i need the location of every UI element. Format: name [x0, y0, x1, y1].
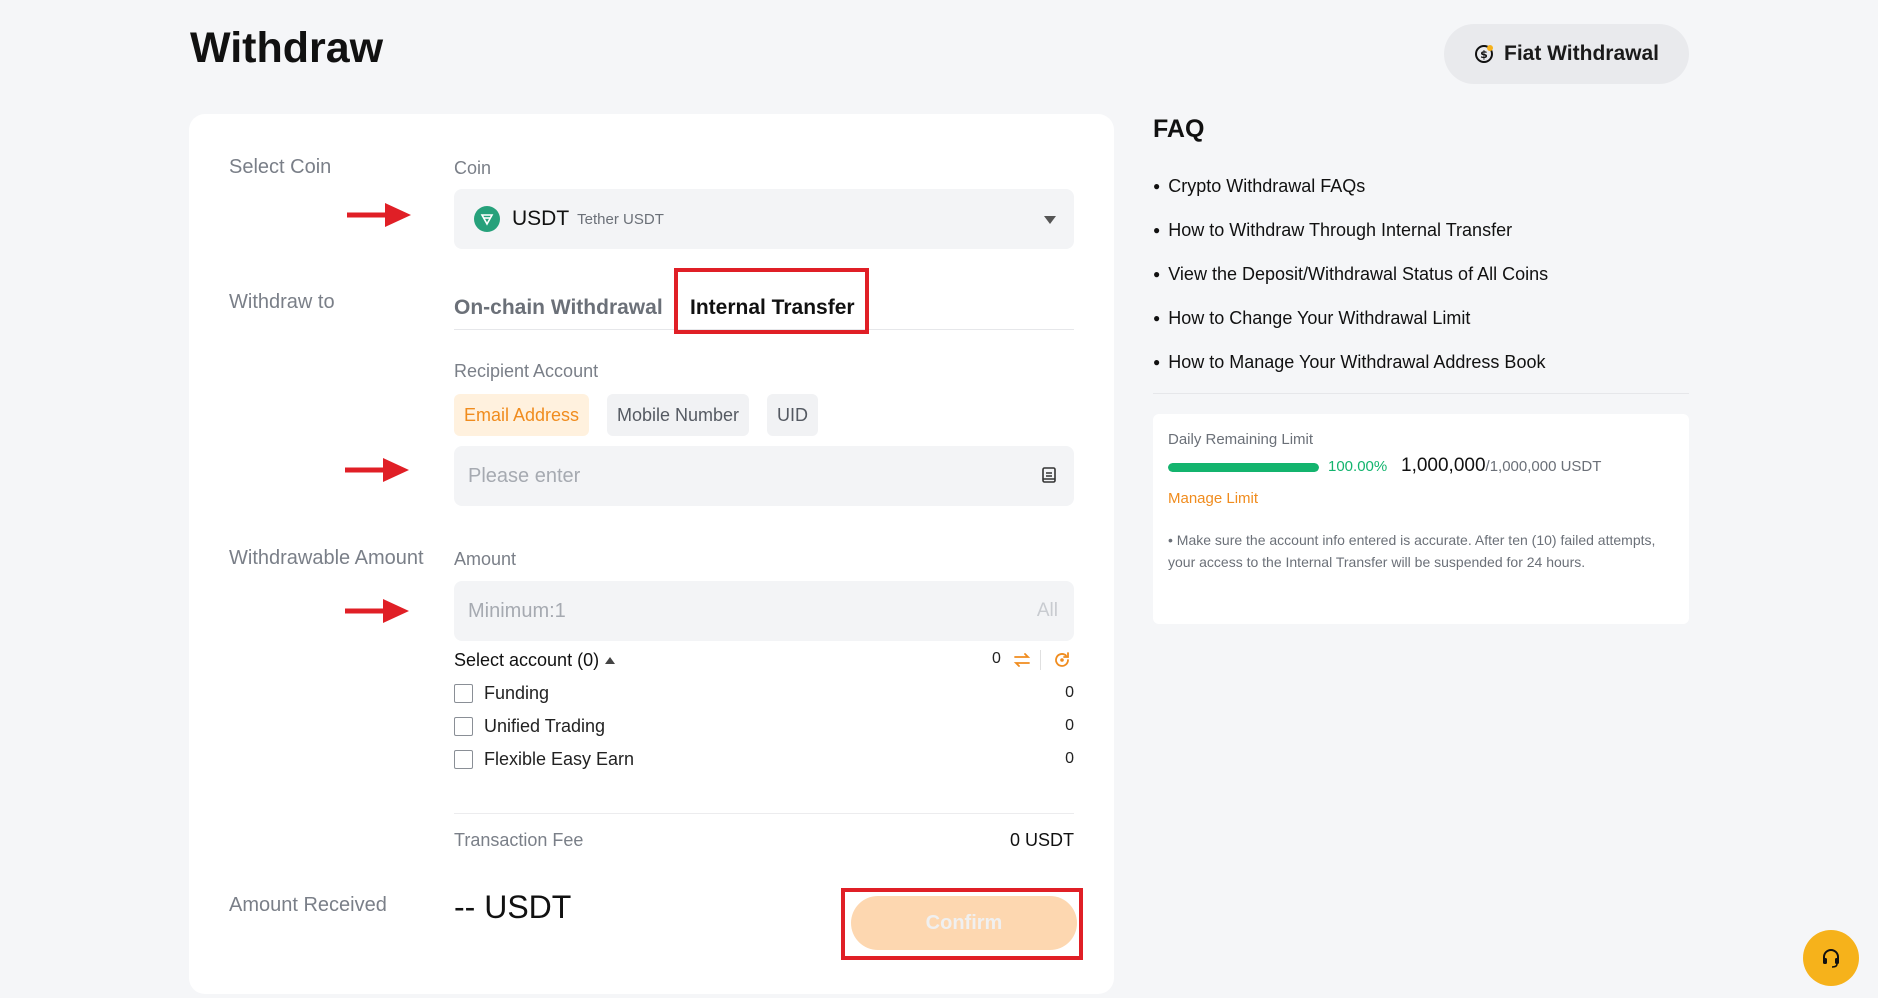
select-account-total: 0: [992, 650, 1001, 667]
limit-percent: 100.00%: [1328, 458, 1388, 475]
faq-title: FAQ: [1153, 115, 1205, 143]
recipient-type-uid[interactable]: UID: [767, 394, 818, 436]
recipient-input-box: [454, 446, 1074, 506]
fiat-coin-icon: $: [1474, 44, 1494, 64]
withdraw-to-label: Withdraw to: [229, 291, 335, 313]
manage-limit-link[interactable]: Manage Limit: [1168, 490, 1258, 507]
address-book-icon[interactable]: [1040, 466, 1058, 484]
chevron-down-icon: [1044, 216, 1056, 224]
amount-label: Amount: [454, 549, 517, 569]
funding-checkbox[interactable]: [454, 683, 473, 703]
flexible-earn-value: 0: [1065, 750, 1074, 767]
fiat-withdrawal-button[interactable]: $ Fiat Withdrawal: [1444, 24, 1689, 84]
limit-card: Daily Remaining Limit 100.00% 1,000,000/…: [1153, 414, 1689, 624]
arrow-right-icon: [345, 599, 409, 623]
fiat-withdrawal-label: Fiat Withdrawal: [1504, 42, 1659, 65]
recipient-account-label: Recipient Account: [454, 361, 599, 381]
coin-symbol: USDT: [512, 207, 570, 230]
amount-input[interactable]: [454, 581, 1074, 641]
flexible-earn-checkbox[interactable]: [454, 749, 473, 769]
amount-received-label: Amount Received: [229, 894, 387, 916]
funding-value: 0: [1065, 684, 1074, 701]
faq-item-deposit-status[interactable]: ● View the Deposit/Withdrawal Status of A…: [1153, 264, 1548, 285]
funding-label: Funding: [484, 682, 550, 703]
limit-amount: 1,000,000/1,000,000 USDT: [1401, 455, 1602, 476]
select-coin-label: Select Coin: [229, 156, 332, 178]
internal-transfer-highlight: [674, 268, 869, 334]
caret-up-icon: [605, 657, 616, 664]
unified-trading-value: 0: [1065, 717, 1074, 734]
recipient-type-mobile[interactable]: Mobile Number: [607, 394, 750, 436]
all-button[interactable]: All: [1037, 600, 1058, 622]
limit-progress-fill: [1168, 463, 1319, 472]
page-title: Withdraw: [190, 24, 384, 72]
faq-item-change-limit[interactable]: ● How to Change Your Withdrawal Limit: [1153, 308, 1470, 329]
unified-trading-label: Unified Trading: [484, 715, 606, 736]
unified-trading-checkbox[interactable]: [454, 716, 473, 736]
transaction-fee-label: Transaction Fee: [454, 830, 584, 850]
limit-note: • Make sure the account info entered is …: [1168, 532, 1656, 570]
faq-item-crypto-withdrawal[interactable]: ● Crypto Withdrawal FAQs: [1153, 176, 1365, 197]
arrow-right-icon: [347, 203, 411, 227]
withdraw-card: Select Coin Coin USDT Tether USDT Withdr…: [189, 114, 1114, 994]
limit-title: Daily Remaining Limit: [1168, 431, 1314, 448]
select-account-label: Select account (0): [454, 650, 600, 670]
refresh-icon[interactable]: [1052, 650, 1072, 670]
confirm-highlight: [841, 888, 1083, 960]
select-account-toggle[interactable]: Select account (0): [454, 650, 616, 671]
icon-divider: [1040, 650, 1041, 670]
fee-divider: [454, 813, 1074, 814]
account-row-funding: Funding 0: [454, 681, 1074, 705]
faq-item-address-book[interactable]: ● How to Manage Your Withdrawal Address B…: [1153, 352, 1545, 373]
account-row-earn: Flexible Easy Earn 0: [454, 747, 1074, 771]
arrow-right-icon: [345, 458, 409, 482]
tab-onchain-withdrawal[interactable]: On-chain Withdrawal: [454, 296, 663, 320]
amount-input-box: All: [454, 581, 1074, 641]
flexible-earn-label: Flexible Easy Earn: [484, 748, 635, 769]
svg-text:$: $: [1480, 48, 1488, 61]
headset-icon: [1823, 949, 1839, 968]
coin-select[interactable]: USDT Tether USDT: [454, 189, 1074, 249]
recipient-type-email[interactable]: Email Address: [454, 394, 590, 436]
support-button[interactable]: [1803, 930, 1859, 986]
coin-label: Coin: [454, 158, 492, 178]
withdrawable-amount-label: Withdrawable Amount: [229, 547, 424, 569]
account-row-unified: Unified Trading 0: [454, 714, 1074, 738]
transaction-fee-value: 0 USDT: [1009, 830, 1074, 850]
amount-received-value: -- USDT: [454, 889, 572, 925]
recipient-input[interactable]: [454, 446, 1074, 506]
tether-icon: [474, 206, 500, 232]
limit-progress-bar: [1168, 463, 1319, 472]
faq-item-internal-transfer[interactable]: ● How to Withdraw Through Internal Transf…: [1153, 220, 1512, 241]
faq-divider: [1153, 393, 1689, 394]
coin-name: Tether USDT: [577, 210, 664, 228]
swap-icon[interactable]: [1012, 650, 1032, 670]
